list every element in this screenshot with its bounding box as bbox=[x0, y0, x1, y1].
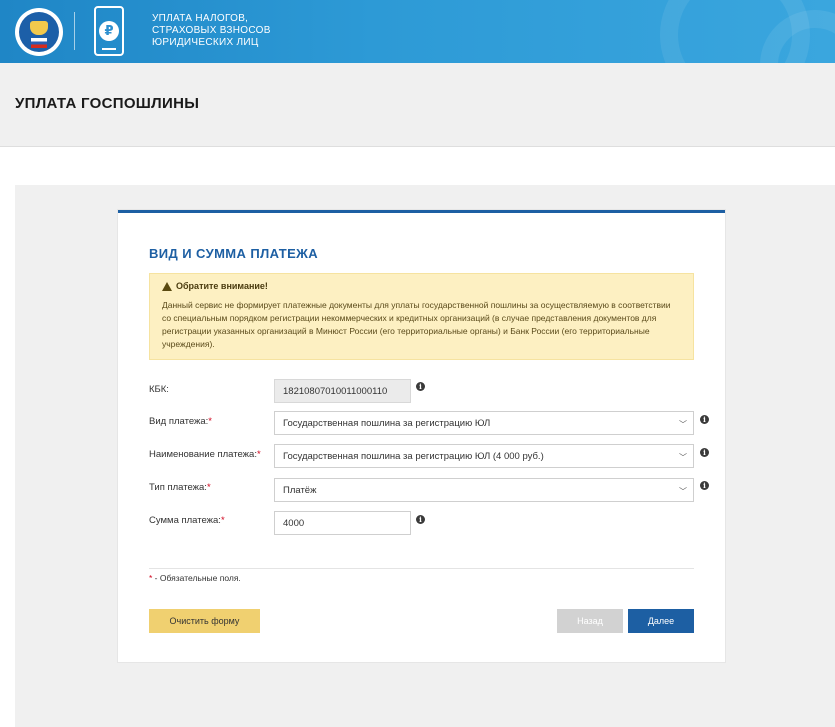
kbk-value: 18210807010011000110 bbox=[283, 385, 388, 397]
notice-text: Данный сервис не формирует платежные док… bbox=[162, 300, 671, 349]
payment-type-value: Государственная пошлина за регистрацию Ю… bbox=[283, 417, 491, 429]
required-star: * bbox=[208, 416, 212, 427]
payment-kind-info-icon[interactable]: i bbox=[700, 481, 709, 490]
payment-type-label-text: Вид платежа: bbox=[149, 416, 209, 427]
required-star: * bbox=[206, 482, 211, 493]
notice-heading-text: Обратите внимание! bbox=[176, 281, 268, 291]
chevron-down-icon: ﹀ bbox=[679, 420, 687, 429]
phone-bar bbox=[102, 48, 116, 50]
next-button[interactable]: Далее bbox=[628, 609, 694, 633]
amount-value: 4000 bbox=[283, 517, 305, 529]
payment-kind-label-text: Тип платежа: bbox=[149, 482, 207, 493]
payment-card: ВИД И СУММА ПЛАТЕЖА Обратите внимание! Д… bbox=[118, 210, 725, 662]
flag-icon bbox=[31, 38, 47, 48]
service-title-line-3: ЮРИДИЧЕСКИХ ЛИЦ bbox=[152, 37, 259, 48]
payment-type-info-icon[interactable]: i bbox=[700, 415, 709, 424]
amount-info-icon[interactable]: i bbox=[416, 515, 425, 524]
notice-heading: Обратите внимание! bbox=[162, 281, 681, 291]
payment-kind-select[interactable]: Платёж ﹀ bbox=[274, 478, 694, 502]
payment-name-value: Государственная пошлина за регистрацию Ю… bbox=[283, 450, 544, 462]
header-divider bbox=[74, 12, 75, 50]
back-button[interactable]: Назад bbox=[557, 609, 623, 633]
payment-kind-value: Платёж bbox=[283, 484, 317, 496]
amount-label-text: Сумма платежа: bbox=[149, 515, 221, 526]
service-title-line-1: УПЛАТА НАЛОГОВ, bbox=[152, 13, 249, 24]
site-header: ₽ УПЛАТА НАЛОГОВ, СТРАХОВЫХ ВЗНОСОВ ЮРИД… bbox=[0, 0, 835, 63]
kbk-field: 18210807010011000110 bbox=[274, 379, 411, 403]
kbk-info-icon[interactable]: i bbox=[416, 382, 425, 391]
payment-name-select[interactable]: Государственная пошлина за регистрацию Ю… bbox=[274, 444, 694, 468]
service-title-line-2: СТРАХОВЫХ ВЗНОСОВ bbox=[152, 25, 271, 36]
amount-label: Сумма платежа:* bbox=[149, 515, 225, 526]
eagle-icon bbox=[30, 21, 48, 35]
warning-icon bbox=[162, 281, 172, 291]
service-title[interactable]: УПЛАТА НАЛОГОВ, СТРАХОВЫХ ВЗНОСОВ ЮРИДИЧ… bbox=[152, 13, 271, 49]
fns-emblem-icon[interactable] bbox=[15, 8, 63, 56]
chevron-down-icon: ﹀ bbox=[679, 487, 687, 496]
notice-box: Обратите внимание! Данный сервис не форм… bbox=[149, 273, 694, 360]
payment-name-label-text: Наименование платежа: bbox=[149, 449, 257, 460]
emblem-inner bbox=[19, 12, 59, 52]
kbk-label-text: КБК: bbox=[149, 384, 169, 395]
required-note: * - Обязательные поля. bbox=[149, 573, 241, 583]
payment-type-label: Вид платежа:* bbox=[149, 416, 212, 427]
card-title: ВИД И СУММА ПЛАТЕЖА bbox=[149, 246, 319, 261]
payment-name-label: Наименование платежа:* bbox=[149, 449, 261, 460]
amount-input[interactable]: 4000 bbox=[274, 511, 411, 535]
required-star: * bbox=[256, 449, 261, 460]
clear-form-button[interactable]: Очистить форму bbox=[149, 609, 260, 633]
payment-name-info-icon[interactable]: i bbox=[700, 448, 709, 457]
kbk-label: КБК: bbox=[149, 384, 169, 395]
payment-kind-label: Тип платежа:* bbox=[149, 482, 211, 493]
phone-ruble-icon: ₽ bbox=[94, 6, 124, 56]
required-note-text: - Обязательные поля. bbox=[152, 573, 241, 583]
chevron-down-icon: ﹀ bbox=[679, 453, 687, 462]
title-band: УПЛАТА ГОСПОШЛИНЫ bbox=[0, 63, 835, 147]
form-divider bbox=[149, 568, 694, 569]
payment-type-select[interactable]: Государственная пошлина за регистрацию Ю… bbox=[274, 411, 694, 435]
ruble-icon: ₽ bbox=[99, 21, 119, 41]
required-star: * bbox=[220, 515, 225, 526]
page-title: УПЛАТА ГОСПОШЛИНЫ bbox=[15, 95, 200, 112]
